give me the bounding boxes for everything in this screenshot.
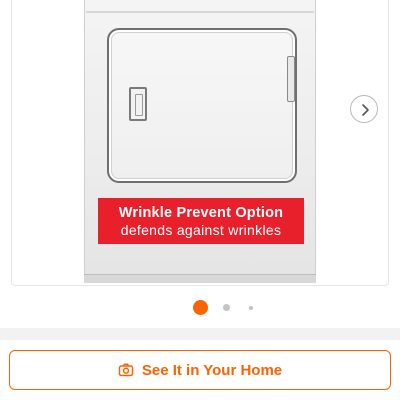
carousel-next-button[interactable]	[350, 95, 378, 123]
carousel-dot-active[interactable]	[193, 300, 208, 315]
carousel-dot[interactable]	[249, 306, 253, 310]
dryer-base	[84, 274, 316, 283]
door-handle	[129, 87, 147, 121]
chevron-right-icon	[362, 104, 369, 116]
camera-icon	[118, 363, 134, 377]
promo-headline: Wrinkle Prevent Option	[118, 205, 284, 221]
carousel-dot[interactable]	[223, 304, 230, 311]
promo-subline: defends against wrinkles	[120, 222, 282, 238]
see-it-in-your-home-button[interactable]: See It in Your Home	[9, 350, 391, 390]
dryer-top-edge	[86, 11, 314, 13]
door-hinge	[287, 56, 295, 102]
carousel-indicators	[0, 300, 400, 316]
see-it-in-your-home-label: See It in Your Home	[141, 361, 283, 379]
promo-banner: Wrinkle Prevent Option defends against w…	[98, 198, 304, 244]
section-divider	[0, 328, 400, 340]
